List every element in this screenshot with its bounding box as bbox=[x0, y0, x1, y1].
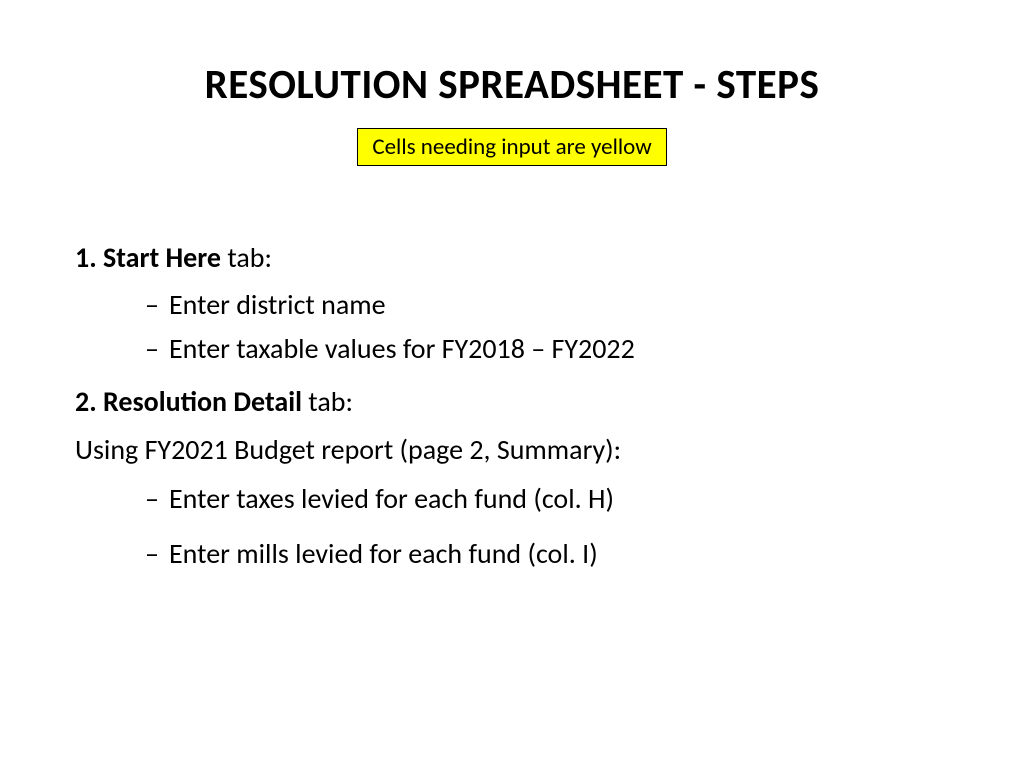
list-item: Enter taxes levied for each fund (col. H… bbox=[145, 477, 949, 520]
list-item: Enter district name bbox=[145, 283, 949, 326]
step-1-suffix: tab: bbox=[221, 240, 272, 275]
step-1-header: 1. Start Here tab: bbox=[75, 236, 949, 279]
list-item: Enter mills levied for each fund (col. I… bbox=[145, 532, 949, 575]
step-2-title: Resolution Detail bbox=[103, 384, 302, 419]
step-2-header: 2. Resolution Detail tab: bbox=[75, 380, 949, 423]
step-2-suffix: tab: bbox=[302, 384, 353, 419]
slide-content: 1. Start Here tab: Enter district name E… bbox=[75, 236, 949, 576]
step-1-number: 1. bbox=[75, 240, 97, 275]
highlight-note: Cells needing input are yellow bbox=[357, 128, 666, 166]
step-1-title: Start Here bbox=[103, 240, 221, 275]
step-1-items: Enter district name Enter taxable values… bbox=[75, 283, 949, 370]
slide-title: RESOLUTION SPREADSHEET - STEPS bbox=[75, 60, 949, 110]
list-item: Enter taxable values for FY2018 – FY2022 bbox=[145, 327, 949, 370]
highlight-wrapper: Cells needing input are yellow bbox=[75, 128, 949, 166]
step-2-number: 2. bbox=[75, 384, 97, 419]
step-2-items: Enter taxes levied for each fund (col. H… bbox=[75, 477, 949, 576]
step-2-intro: Using FY2021 Budget report (page 2, Summ… bbox=[75, 428, 949, 471]
